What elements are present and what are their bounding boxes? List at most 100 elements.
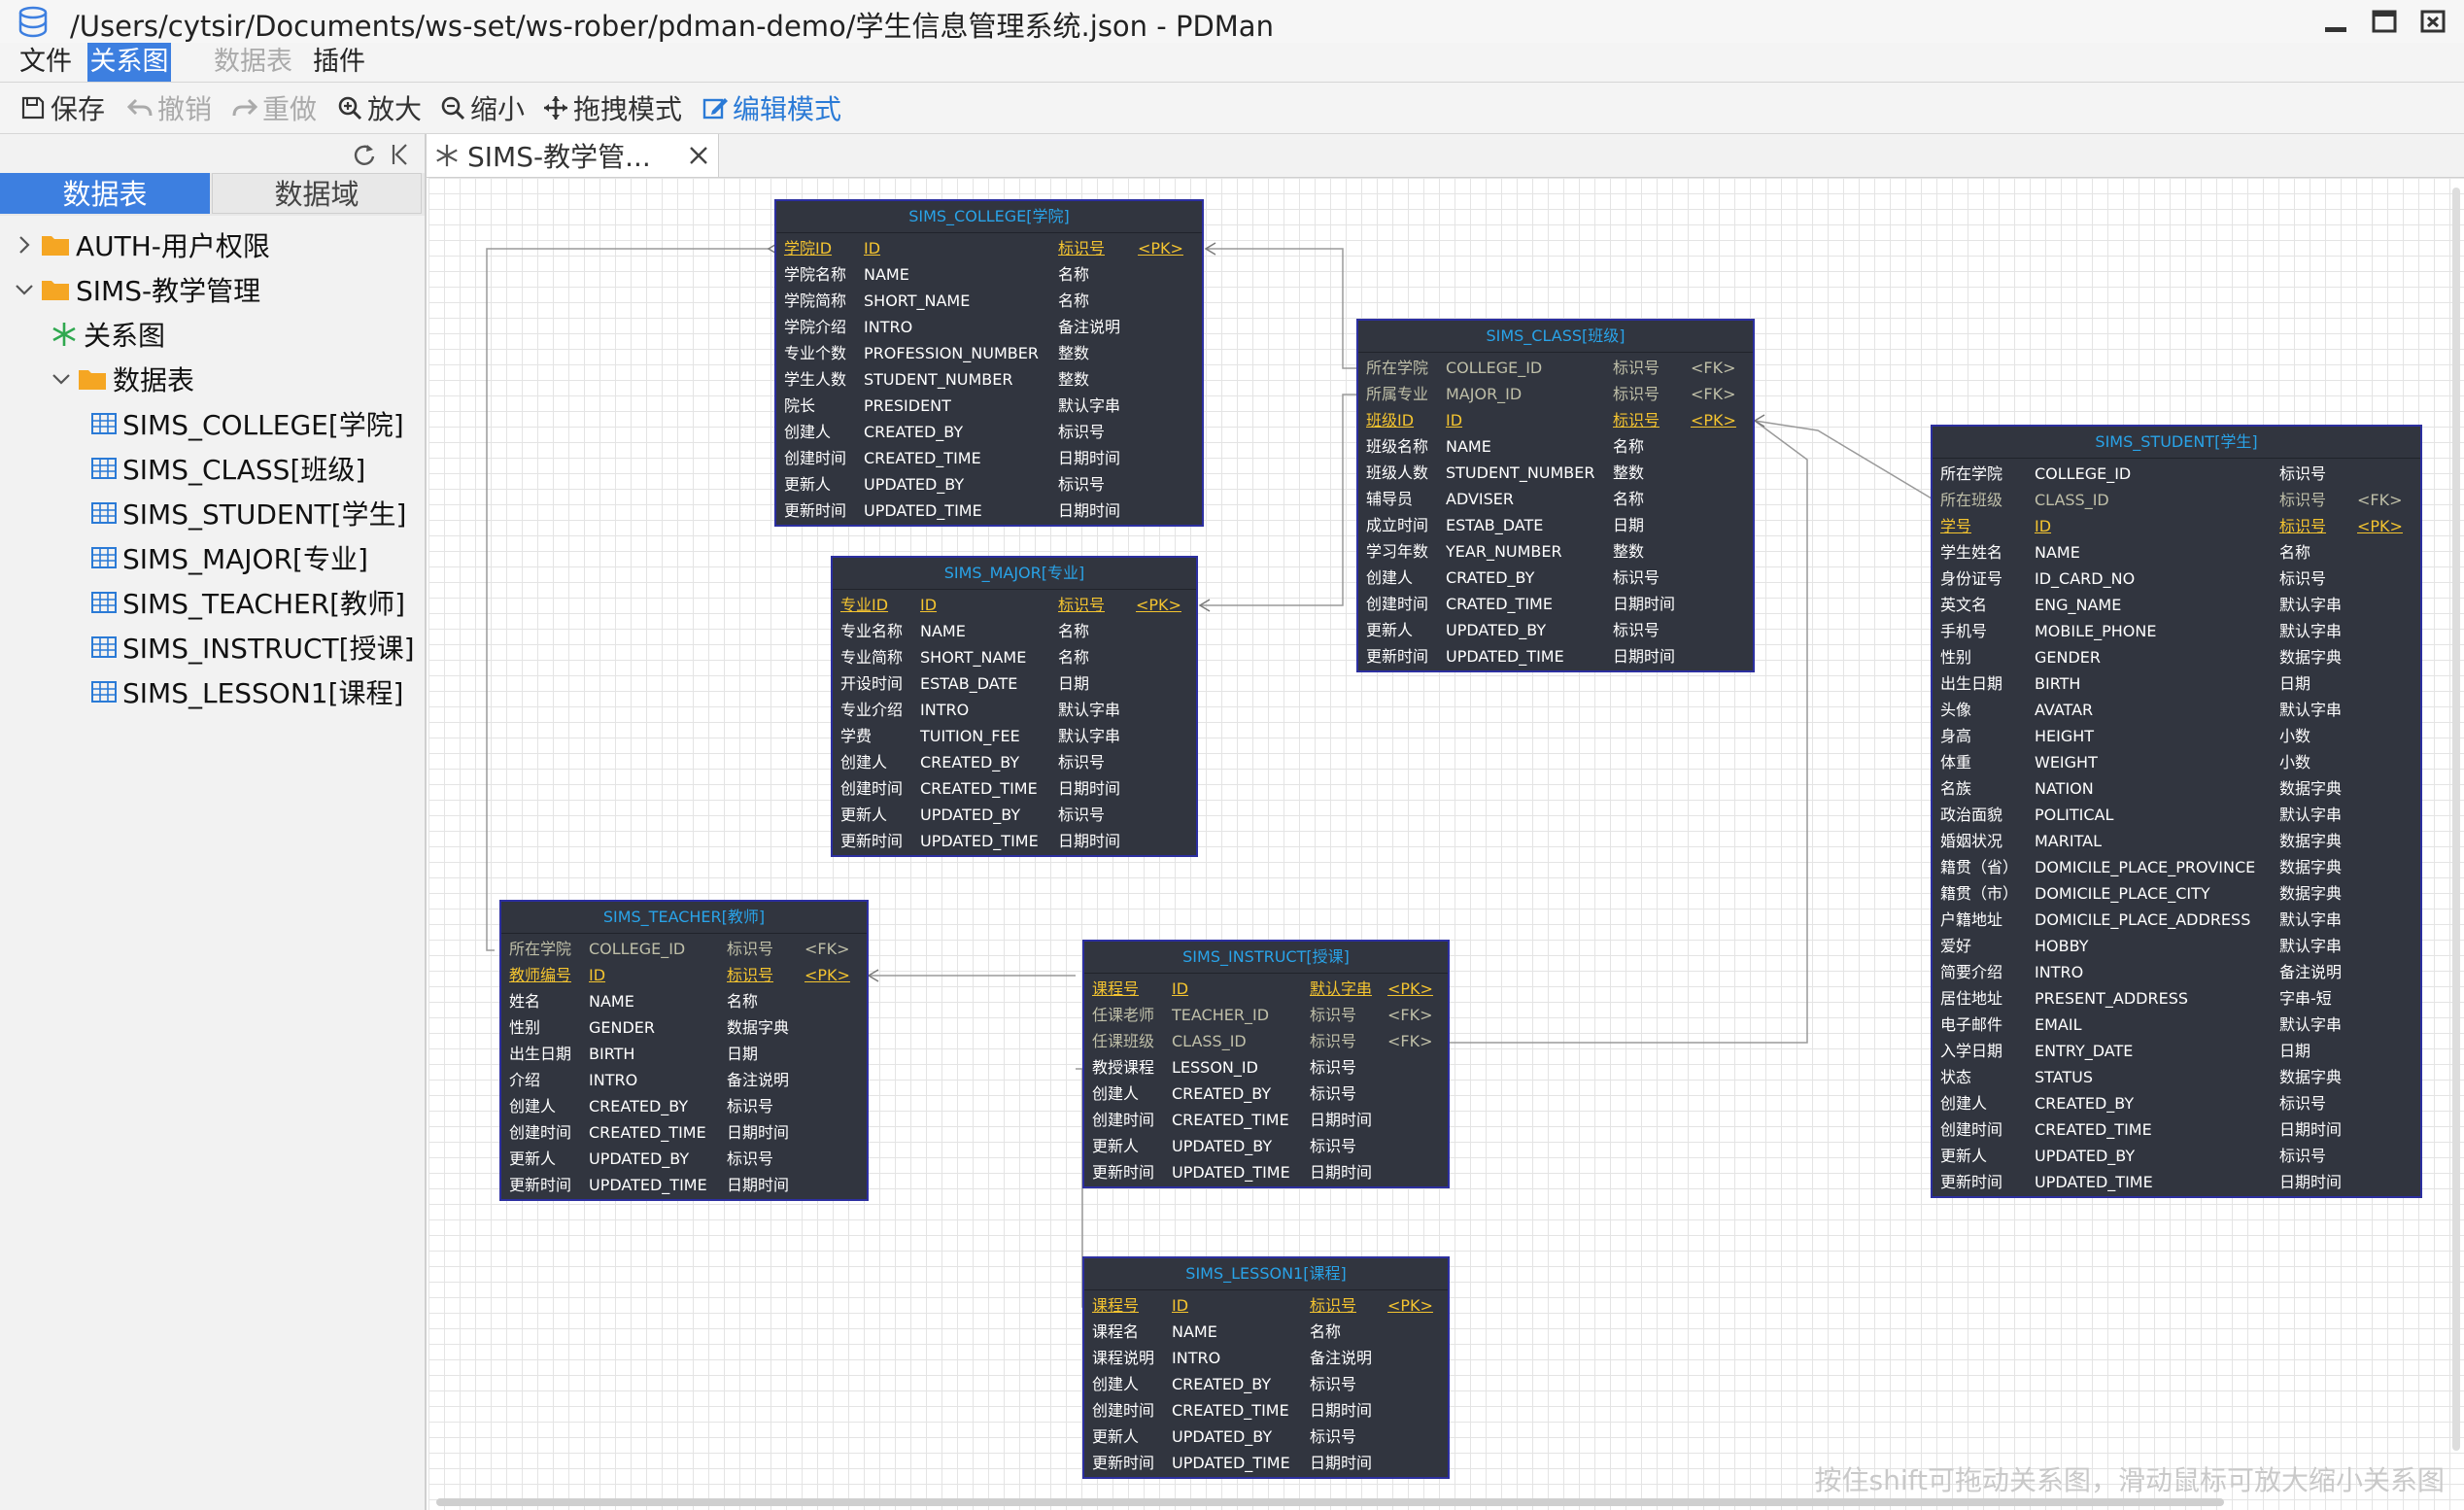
tree-table-lesson[interactable]: SIMS_LESSON1[课程] bbox=[91, 670, 403, 713]
save-button[interactable]: 保存 bbox=[19, 83, 105, 133]
field-row[interactable]: 创建时间 CREATED_TIME 日期时间 bbox=[501, 1119, 867, 1146]
field-row[interactable]: 专业简称 SHORT_NAME 名称 bbox=[833, 644, 1196, 670]
field-row[interactable]: 专业介绍 INTRO 默认字串 bbox=[833, 697, 1196, 723]
menu-diagram[interactable]: 关系图 bbox=[87, 43, 171, 82]
tree-table-class[interactable]: SIMS_CLASS[班级] bbox=[91, 447, 365, 490]
field-row[interactable]: 创建时间 CREATED_TIME 日期时间 bbox=[1084, 1107, 1448, 1133]
field-row[interactable]: 创建时间 CREATED_TIME 日期时间 bbox=[833, 775, 1196, 802]
field-row[interactable]: 学生姓名 NAME 名称 bbox=[1933, 539, 2420, 566]
field-row[interactable]: 专业个数 PROFESSION_NUMBER 整数 bbox=[776, 340, 1202, 366]
field-row[interactable]: 简要介绍 INTRO 备注说明 bbox=[1933, 959, 2420, 985]
field-row[interactable]: 专业ID ID 标识号 <PK> bbox=[833, 592, 1196, 618]
field-row[interactable]: 课程说明 INTRO 备注说明 bbox=[1084, 1345, 1448, 1371]
field-row[interactable]: 出生日期 BIRTH 日期 bbox=[501, 1041, 867, 1067]
minimize-icon[interactable] bbox=[2322, 8, 2349, 35]
field-row[interactable]: 更新时间 UPDATED_TIME 日期时间 bbox=[1084, 1450, 1448, 1476]
field-row[interactable]: 更新人 UPDATED_BY 标识号 bbox=[501, 1146, 867, 1172]
tree-folder-tables[interactable]: 数据表 bbox=[51, 358, 194, 400]
chevron-down-icon[interactable] bbox=[14, 279, 35, 300]
field-row[interactable]: 性别 GENDER 数据字典 bbox=[501, 1014, 867, 1041]
field-row[interactable]: 所在班级 CLASS_ID 标识号 <FK> bbox=[1933, 487, 2420, 513]
field-row[interactable]: 学院介绍 INTRO 备注说明 bbox=[776, 314, 1202, 340]
field-row[interactable]: 创建人 CREATED_BY 标识号 bbox=[1084, 1081, 1448, 1107]
field-row[interactable]: 出生日期 BIRTH 日期 bbox=[1933, 670, 2420, 697]
field-row[interactable]: 学习年数 YEAR_NUMBER 整数 bbox=[1358, 538, 1753, 565]
field-row[interactable]: 成立时间 ESTAB_DATE 日期 bbox=[1358, 512, 1753, 538]
field-row[interactable]: 更新时间 UPDATED_TIME 日期时间 bbox=[501, 1172, 867, 1198]
field-row[interactable]: 居住地址 PRESENT_ADDRESS 字串-短 bbox=[1933, 985, 2420, 1012]
collapse-sidebar-icon[interactable] bbox=[389, 142, 410, 167]
field-row[interactable]: 专业名称 NAME 名称 bbox=[833, 618, 1196, 644]
entity-sims-lesson1[interactable]: SIMS_LESSON1[课程] 课程号 ID 标识号 <PK> 课程名 NAME 名称 课程说… bbox=[1082, 1256, 1450, 1479]
tree-table-instruct[interactable]: SIMS_INSTRUCT[授课] bbox=[91, 626, 415, 669]
tree-table-teacher[interactable]: SIMS_TEACHER[教师] bbox=[91, 581, 405, 624]
field-row[interactable]: 班级ID ID 标识号 <PK> bbox=[1358, 407, 1753, 433]
field-row[interactable]: 户籍地址 DOMICILE_PLACE_ADDRESS 默认字串 bbox=[1933, 907, 2420, 933]
field-row[interactable]: 籍贯（市） DOMICILE_PLACE_CITY 数据字典 bbox=[1933, 880, 2420, 907]
field-row[interactable]: 任课班级 CLASS_ID 标识号 <FK> bbox=[1084, 1028, 1448, 1054]
tree-table-student[interactable]: SIMS_STUDENT[学生] bbox=[91, 492, 406, 534]
field-row[interactable]: 课程名 NAME 名称 bbox=[1084, 1319, 1448, 1345]
close-tab-icon[interactable] bbox=[687, 144, 710, 167]
redo-button[interactable]: 重做 bbox=[231, 83, 317, 133]
field-row[interactable]: 创建人 CREATED_BY 标识号 bbox=[776, 419, 1202, 445]
tree-table-major[interactable]: SIMS_MAJOR[专业] bbox=[91, 536, 368, 579]
horizontal-scrollbar[interactable] bbox=[436, 1498, 2224, 1506]
field-row[interactable]: 更新人 UPDATED_BY 标识号 bbox=[776, 471, 1202, 498]
field-row[interactable]: 身份证号 ID_CARD_NO 标识号 bbox=[1933, 566, 2420, 592]
field-row[interactable]: 更新时间 UPDATED_TIME 日期时间 bbox=[1933, 1169, 2420, 1195]
entity-sims-instruct[interactable]: SIMS_INSTRUCT[授课] 课程号 ID 默认字串 <PK> 任课老师 TEACHE… bbox=[1082, 940, 1450, 1188]
close-window-icon[interactable] bbox=[2419, 8, 2447, 35]
chevron-right-icon[interactable] bbox=[14, 234, 35, 256]
tree-group-sims[interactable]: SIMS-教学管理 bbox=[14, 268, 260, 311]
diagram-canvas[interactable]: SIMS_COLLEGE[学院] 学院ID ID 标识号 <PK> 学院名称 NAME 名称学… bbox=[428, 178, 2464, 1510]
field-row[interactable]: 婚姻状况 MARITAL 数据字典 bbox=[1933, 828, 2420, 854]
field-row[interactable]: 更新人 UPDATED_BY 标识号 bbox=[1358, 617, 1753, 643]
undo-button[interactable]: 撤销 bbox=[126, 83, 212, 133]
field-row[interactable]: 辅导员 ADVISER 名称 bbox=[1358, 486, 1753, 512]
entity-sims-college[interactable]: SIMS_COLLEGE[学院] 学院ID ID 标识号 <PK> 学院名称 NAME 名称学… bbox=[774, 199, 1204, 527]
field-row[interactable]: 课程号 ID 默认字串 <PK> bbox=[1084, 976, 1448, 1002]
field-row[interactable]: 开设时间 ESTAB_DATE 日期 bbox=[833, 670, 1196, 697]
field-row[interactable]: 爱好 HOBBY 默认字串 bbox=[1933, 933, 2420, 959]
tab-domains[interactable]: 数据域 bbox=[212, 173, 422, 214]
field-row[interactable]: 创建时间 CREATED_TIME 日期时间 bbox=[1933, 1116, 2420, 1143]
refresh-icon[interactable] bbox=[352, 142, 377, 167]
vertical-scrollbar[interactable] bbox=[2452, 188, 2460, 1451]
chevron-down-icon[interactable] bbox=[51, 368, 72, 390]
tree-table-college[interactable]: SIMS_COLLEGE[学院] bbox=[91, 402, 404, 445]
field-row[interactable]: 院长 PRESIDENT 默认字串 bbox=[776, 393, 1202, 419]
menu-tables[interactable]: 数据表 bbox=[208, 43, 298, 82]
field-row[interactable]: 教师编号 ID 标识号 <PK> bbox=[501, 962, 867, 988]
field-row[interactable]: 学生人数 STUDENT_NUMBER 整数 bbox=[776, 366, 1202, 393]
field-row[interactable]: 创建人 CREATED_BY 标识号 bbox=[833, 749, 1196, 775]
field-row[interactable]: 创建人 CREATED_BY 标识号 bbox=[501, 1093, 867, 1119]
field-row[interactable]: 创建时间 CREATED_TIME 日期时间 bbox=[1084, 1397, 1448, 1424]
edit-mode-button[interactable]: 编辑模式 bbox=[702, 83, 841, 133]
field-row[interactable]: 姓名 NAME 名称 bbox=[501, 988, 867, 1014]
menu-plugins[interactable]: 插件 bbox=[307, 43, 371, 82]
field-row[interactable]: 英文名 ENG_NAME 默认字串 bbox=[1933, 592, 2420, 618]
field-row[interactable]: 更新时间 UPDATED_TIME 日期时间 bbox=[776, 498, 1202, 524]
field-row[interactable]: 班级人数 STUDENT_NUMBER 整数 bbox=[1358, 460, 1753, 486]
field-row[interactable]: 籍贯（省） DOMICILE_PLACE_PROVINCE 数据字典 bbox=[1933, 854, 2420, 880]
zoom-in-button[interactable]: 放大 bbox=[336, 83, 422, 133]
field-row[interactable]: 学院名称 NAME 名称 bbox=[776, 261, 1202, 288]
field-row[interactable]: 名族 NATION 数据字典 bbox=[1933, 775, 2420, 802]
field-row[interactable]: 更新人 UPDATED_BY 标识号 bbox=[1084, 1133, 1448, 1159]
field-row[interactable]: 学号 ID 标识号 <PK> bbox=[1933, 513, 2420, 539]
field-row[interactable]: 所在学院 COLLEGE_ID 标识号 <FK> bbox=[1358, 355, 1753, 381]
field-row[interactable]: 学院简称 SHORT_NAME 名称 bbox=[776, 288, 1202, 314]
field-row[interactable]: 创建人 CREATED_BY 标识号 bbox=[1933, 1090, 2420, 1116]
field-row[interactable]: 身高 HEIGHT 小数 bbox=[1933, 723, 2420, 749]
field-row[interactable]: 所在学院 COLLEGE_ID 标识号 <FK> bbox=[501, 936, 867, 962]
field-row[interactable]: 入学日期 ENTRY_DATE 日期 bbox=[1933, 1038, 2420, 1064]
field-row[interactable]: 创建时间 CREATED_TIME 日期时间 bbox=[776, 445, 1202, 471]
maximize-icon[interactable] bbox=[2371, 8, 2398, 35]
entity-sims-class[interactable]: SIMS_CLASS[班级] 所在学院 COLLEGE_ID 标识号 <FK> 所属专业 M… bbox=[1356, 319, 1755, 672]
field-row[interactable]: 学院ID ID 标识号 <PK> bbox=[776, 235, 1202, 261]
entity-sims-major[interactable]: SIMS_MAJOR[专业] 专业ID ID 标识号 <PK> 专业名称 NAME 名称 专业简… bbox=[831, 556, 1198, 857]
field-row[interactable]: 更新人 UPDATED_BY 标识号 bbox=[833, 802, 1196, 828]
field-row[interactable]: 头像 AVATAR 默认字串 bbox=[1933, 697, 2420, 723]
drag-mode-button[interactable]: 拖拽模式 bbox=[542, 83, 682, 133]
